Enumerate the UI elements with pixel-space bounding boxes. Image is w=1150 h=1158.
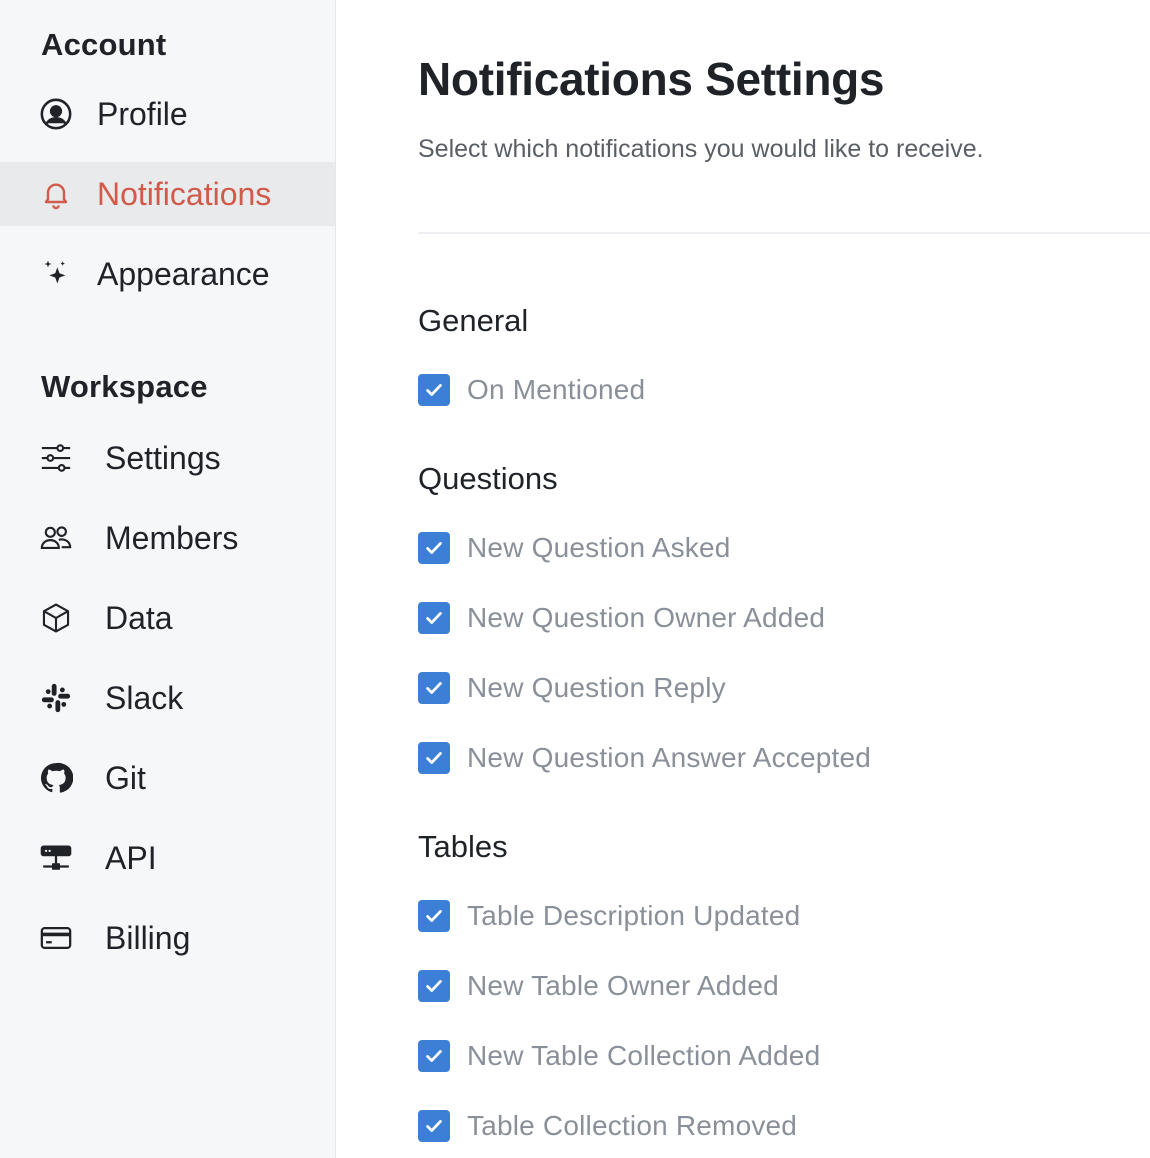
group-title-questions: Questions — [418, 461, 558, 496]
checkbox-checked[interactable] — [418, 900, 450, 932]
api-icon — [38, 840, 74, 876]
sidebar: Account Profile Notifications Appearance… — [0, 0, 336, 1158]
sidebar-item-git[interactable]: Git — [0, 746, 335, 810]
checkbox-label: Table Collection Removed — [467, 1110, 798, 1141]
cube-icon — [38, 600, 74, 636]
sidebar-item-label: Members — [105, 519, 239, 556]
sidebar-item-label: Appearance — [97, 255, 270, 292]
checkbox-row-new-table-collection-added[interactable]: New Table Collection Added — [418, 1036, 820, 1076]
checkbox-checked[interactable] — [418, 374, 450, 406]
checkbox-checked[interactable] — [418, 672, 450, 704]
sidebar-item-label: Billing — [105, 919, 191, 956]
account-section-title: Account — [41, 27, 167, 62]
sparkles-icon — [38, 256, 74, 292]
sidebar-item-label: Profile — [97, 95, 188, 132]
sidebar-item-settings[interactable]: Settings — [0, 426, 335, 490]
checkbox-label: New Table Collection Added — [467, 1040, 821, 1071]
sidebar-item-label: Notifications — [97, 175, 272, 212]
checkbox-checked[interactable] — [418, 742, 450, 774]
sidebar-item-label: API — [105, 839, 157, 876]
group-title-general: General — [418, 303, 529, 338]
sidebar-item-label: Git — [105, 759, 146, 796]
checkbox-label: New Question Reply — [467, 672, 726, 703]
checkbox-row-new-table-owner-added[interactable]: New Table Owner Added — [418, 966, 779, 1006]
sidebar-item-appearance[interactable]: Appearance — [0, 242, 335, 306]
divider — [418, 232, 1150, 234]
checkbox-checked[interactable] — [418, 602, 450, 634]
checkbox-label: New Question Owner Added — [467, 602, 826, 633]
checkbox-row-new-question-asked[interactable]: New Question Asked — [418, 528, 731, 568]
user-circle-icon — [38, 96, 74, 132]
workspace-section-title: Workspace — [41, 369, 208, 404]
checkbox-label: New Question Asked — [467, 532, 731, 563]
checkbox-row-on-mentioned[interactable]: On Mentioned — [418, 370, 645, 410]
slack-icon — [38, 680, 74, 716]
credit-card-icon — [38, 920, 74, 956]
checkbox-label: New Table Owner Added — [467, 970, 779, 1001]
checkbox-row-table-description-updated[interactable]: Table Description Updated — [418, 896, 800, 936]
checkbox-checked[interactable] — [418, 970, 450, 1002]
checkbox-row-new-question-reply[interactable]: New Question Reply — [418, 668, 726, 708]
sidebar-item-api[interactable]: API — [0, 826, 335, 890]
sidebar-item-slack[interactable]: Slack — [0, 666, 335, 730]
sidebar-item-data[interactable]: Data — [0, 586, 335, 650]
checkbox-label: Table Description Updated — [467, 900, 801, 931]
group-title-tables: Tables — [418, 829, 508, 864]
sidebar-item-billing[interactable]: Billing — [0, 906, 335, 970]
checkbox-row-new-question-answer-accepted[interactable]: New Question Answer Accepted — [418, 738, 871, 778]
sidebar-item-members[interactable]: Members — [0, 506, 335, 570]
sidebar-item-label: Data — [105, 599, 173, 636]
checkbox-checked[interactable] — [418, 532, 450, 564]
sidebar-item-label: Slack — [105, 679, 184, 716]
checkbox-label: On Mentioned — [467, 374, 646, 405]
github-icon — [38, 760, 74, 796]
sidebar-item-notifications[interactable]: Notifications — [0, 162, 335, 226]
sliders-icon — [38, 440, 74, 476]
users-icon — [38, 520, 74, 556]
sidebar-item-label: Settings — [105, 439, 221, 476]
sidebar-item-profile[interactable]: Profile — [0, 82, 335, 146]
page-title: Notifications Settings — [418, 53, 885, 105]
checkbox-row-new-question-owner-added[interactable]: New Question Owner Added — [418, 598, 825, 638]
bell-icon — [38, 176, 74, 212]
checkbox-label: New Question Answer Accepted — [467, 742, 872, 773]
page-subtitle: Select which notifications you would lik… — [418, 135, 984, 163]
checkbox-checked[interactable] — [418, 1110, 450, 1142]
checkbox-row-table-collection-removed[interactable]: Table Collection Removed — [418, 1106, 797, 1146]
checkbox-checked[interactable] — [418, 1040, 450, 1072]
